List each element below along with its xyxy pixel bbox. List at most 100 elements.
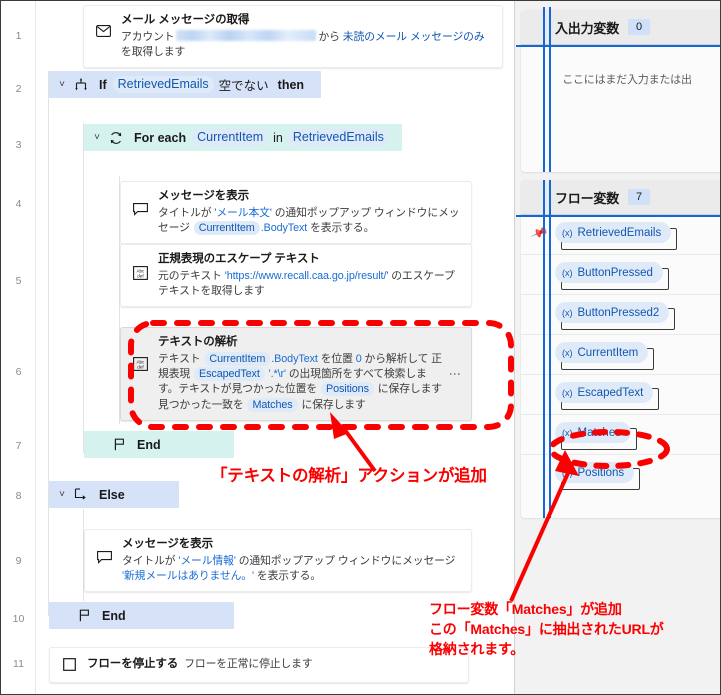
desc-part: テキスト <box>158 352 201 365</box>
action-card-get-email[interactable]: メール メッセージの取得 アカウント から 未読のメール メッセージのみ を取得し… <box>83 5 503 69</box>
action-card-display-message-else[interactable]: メッセージを表示 タイトルが 'メール情報' の通知ポップアップ ウィンドウにメ… <box>84 529 472 593</box>
action-card-escape-text[interactable]: Abc def 正規表現のエスケープ テキスト 元のテキスト 'https://… <box>120 244 472 308</box>
step-row-3[interactable]: ˅ For each CurrentItem in RetrievedEmail… <box>84 124 402 151</box>
more-options-icon[interactable]: ⋮ <box>445 368 462 380</box>
variable-chip-wrap[interactable]: (x) Positions <box>555 462 641 490</box>
splitter-line-horizontal-2[interactable] <box>516 215 720 217</box>
chevron-down-icon[interactable]: ˅ <box>55 489 69 500</box>
variable-chip[interactable]: (x) RetrievedEmails <box>555 222 672 243</box>
desc-literal: '新規メールはありません。' <box>122 569 254 582</box>
flow-variables-title: フロー変数 <box>555 190 620 206</box>
io-variables-body: ここにはまだ入力または出 <box>521 45 720 171</box>
io-variables-card[interactable]: 入出力変数 0 ここにはまだ入力または出 <box>521 10 720 172</box>
line-number: 5 <box>15 275 22 287</box>
variable-row-positions[interactable]: (x) Positions <box>521 455 720 495</box>
step-row-1[interactable]: メール メッセージの取得 アカウント から 未読のメール メッセージのみ を取得し… <box>83 5 503 69</box>
variable-chip[interactable]: (x) Positions <box>555 462 635 483</box>
variable-chip[interactable]: (x) Matches <box>555 422 631 443</box>
svg-text:def: def <box>137 274 144 279</box>
end-label: End <box>137 437 161 452</box>
variable-chip-wrap[interactable]: (x) CurrentItem <box>555 342 655 370</box>
action-subtitle: フローを正常に停止します <box>184 658 313 670</box>
step-row-11[interactable]: フローを停止する フローを正常に停止します <box>49 647 469 683</box>
variable-chip-wrap[interactable]: (x) RetrievedEmails <box>555 222 678 250</box>
variable-name: ButtonPressed2 <box>577 306 660 319</box>
line-number: 6 <box>15 366 22 378</box>
splitter-line-right-2[interactable] <box>549 180 551 518</box>
variable-x-icon: (x) <box>562 347 573 358</box>
step-row-9[interactable]: メッセージを表示 タイトルが 'メール情報' の通知ポップアップ ウィンドウにメ… <box>84 529 472 593</box>
splitter-line-horizontal[interactable] <box>516 45 720 47</box>
variable-row-currentitem[interactable]: (x) CurrentItem <box>521 335 720 375</box>
flow-canvas[interactable]: 1 2 3 4 5 6 7 8 9 10 11 メール メッセージの取得 アカウ… <box>1 1 513 694</box>
control-if-bar[interactable]: ˅ If RetrievedEmails 空でない then <box>49 71 322 98</box>
variable-token: RetrievedEmails <box>287 129 389 146</box>
variable-name: RetrievedEmails <box>577 226 662 239</box>
variable-chip[interactable]: (x) ButtonPressed2 <box>555 302 670 323</box>
variable-name: Positions <box>577 466 625 479</box>
chevron-down-icon[interactable]: ˅ <box>55 79 69 90</box>
variable-chip-wrap[interactable]: (x) ButtonPressed <box>555 262 669 290</box>
desc-part: を位置 <box>320 352 353 365</box>
variables-pane[interactable]: 入出力変数 0 ここにはまだ入力または出 フロー変数 7 📌 (x) Retri… <box>514 1 720 694</box>
variable-token: Positions <box>320 382 374 397</box>
variable-row-retrievedemails[interactable]: 📌 (x) RetrievedEmails <box>521 215 720 255</box>
splitter-line-right[interactable] <box>549 7 551 172</box>
variable-row-buttonpressed2[interactable]: (x) ButtonPressed2 <box>521 295 720 335</box>
control-foreach-bar[interactable]: ˅ For each CurrentItem in RetrievedEmail… <box>84 124 402 151</box>
variable-row-escapedtext[interactable]: (x) EscapedText <box>521 375 720 415</box>
desc-part: アカウント <box>121 30 175 43</box>
variable-token: CurrentItem <box>193 220 260 235</box>
control-end-if-bar[interactable]: End <box>49 602 234 629</box>
desc-number: 0 <box>355 352 362 365</box>
action-description: 元のテキスト 'https://www.recall.caa.go.jp/res… <box>158 269 461 300</box>
io-variables-title: 入出力変数 <box>555 20 620 36</box>
step-row-6[interactable]: Abc def テキストの解析 テキスト CurrentItem .BodyTex… <box>120 327 472 421</box>
variable-chip[interactable]: (x) EscapedText <box>555 382 654 403</box>
variable-x-icon: (x) <box>562 307 573 318</box>
io-variables-header[interactable]: 入出力変数 0 <box>521 10 720 45</box>
control-end-foreach-bar[interactable]: End <box>84 431 234 458</box>
abcdef-icon: Abc def <box>129 266 151 280</box>
desc-literal: 'メール情報' <box>178 554 236 567</box>
action-card-stop-flow[interactable]: フローを停止する フローを正常に停止します <box>49 647 469 683</box>
flow-variables-header[interactable]: フロー変数 7 <box>521 180 720 215</box>
svg-text:Abc: Abc <box>136 268 145 273</box>
pin-icon[interactable]: 📌 <box>530 224 549 242</box>
flow-variables-card[interactable]: フロー変数 7 📌 (x) RetrievedEmails (x) Button… <box>521 180 720 518</box>
variable-row-buttonpressed[interactable]: (x) ButtonPressed <box>521 255 720 295</box>
step-row-10[interactable]: End <box>49 602 234 629</box>
stop-icon <box>58 658 80 672</box>
action-description: テキスト CurrentItem .BodyText を位置 0 から解析して 正… <box>158 351 445 413</box>
step-row-5[interactable]: Abc def 正規表現のエスケープ テキスト 元のテキスト 'https://… <box>120 244 472 308</box>
variable-chip-wrap[interactable]: (x) Matches <box>555 422 637 450</box>
chevron-down-icon[interactable]: ˅ <box>90 132 104 143</box>
variable-chip-wrap[interactable]: (x) ButtonPressed2 <box>555 302 676 330</box>
action-card-parse-text[interactable]: Abc def テキストの解析 テキスト CurrentItem .BodyTex… <box>120 327 472 421</box>
variable-chip[interactable]: (x) CurrentItem <box>555 342 649 363</box>
desc-link: 未読のメール メッセージのみ <box>342 30 485 43</box>
control-else-bar[interactable]: ˅ Else <box>49 481 179 508</box>
variable-chip-wrap[interactable]: (x) EscapedText <box>555 382 660 410</box>
desc-part: から <box>318 30 340 43</box>
variable-name: Matches <box>577 426 621 439</box>
action-title: メッセージを表示 <box>158 190 249 202</box>
desc-part: を表示する。 <box>256 569 322 582</box>
flow-variables-list[interactable]: 📌 (x) RetrievedEmails (x) ButtonPressed … <box>521 215 720 495</box>
variable-token: Matches <box>247 397 298 412</box>
desc-part: に保存します <box>301 398 366 411</box>
variable-token: CurrentItem <box>204 351 271 366</box>
step-row-8[interactable]: ˅ Else <box>49 481 179 508</box>
step-row-7[interactable]: End <box>84 431 234 458</box>
splitter-line-left[interactable] <box>543 7 545 172</box>
variable-row-matches[interactable]: (x) Matches <box>521 415 720 455</box>
variable-chip[interactable]: (x) ButtonPressed <box>555 262 663 283</box>
step-row-4[interactable]: メッセージを表示 タイトルが 'メール本文' の通知ポップアップ ウィンドウにメ… <box>120 181 472 245</box>
if-keyword: If <box>99 77 107 92</box>
variable-x-icon: (x) <box>562 427 573 438</box>
action-card-display-message[interactable]: メッセージを表示 タイトルが 'メール本文' の通知ポップアップ ウィンドウにメ… <box>120 181 472 245</box>
variable-token: EscapedText <box>194 366 265 381</box>
desc-literal: 'https://www.recall.caa.go.jp/result/' <box>224 269 389 282</box>
splitter-line-left-2[interactable] <box>543 180 545 518</box>
step-row-2[interactable]: ˅ If RetrievedEmails 空でない then <box>49 71 322 98</box>
